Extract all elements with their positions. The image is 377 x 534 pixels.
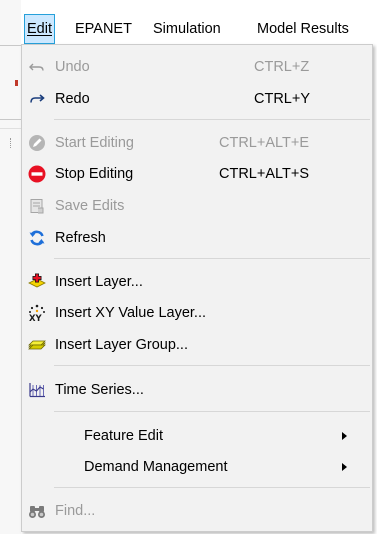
svg-text:XY: XY [29, 314, 43, 322]
menu-epanet-label: EPANET [75, 21, 132, 37]
menu-simulation-label: Simulation [153, 21, 221, 37]
refresh-label: Refresh [55, 230, 106, 246]
menu-item-demand-management[interactable]: Demand Management [22, 452, 372, 482]
menu-edit-label: Edit [27, 21, 52, 37]
insert-layer-group-label: Insert Layer Group... [55, 337, 188, 353]
menu-bar: Edit EPANET Simulation Model Results [24, 14, 377, 44]
feature-edit-label: Feature Edit [84, 428, 163, 444]
background-line [0, 128, 21, 129]
start-editing-shortcut: CTRL+ALT+E [219, 135, 309, 151]
stop-editing-icon [28, 165, 46, 183]
menu-separator [54, 119, 370, 120]
start-editing-label: Start Editing [55, 135, 134, 151]
undo-arrow-icon [28, 58, 46, 76]
menu-item-stop-editing[interactable]: Stop Editing CTRL+ALT+S [22, 159, 372, 189]
insert-xy-layer-label: Insert XY Value Layer... [55, 305, 206, 321]
submenu-arrow-icon [342, 463, 347, 471]
insert-layer-icon [28, 273, 46, 291]
menu-edit[interactable]: Edit [24, 14, 55, 44]
start-editing-icon [28, 134, 46, 152]
menu-separator [54, 487, 370, 488]
time-series-icon [28, 381, 46, 399]
stop-editing-shortcut: CTRL+ALT+S [219, 166, 309, 182]
background-line [0, 119, 21, 120]
time-series-label: Time Series... [55, 382, 144, 398]
menu-item-find[interactable]: Find... [22, 496, 372, 526]
menu-item-feature-edit[interactable]: Feature Edit [22, 421, 372, 451]
demand-management-label: Demand Management [84, 459, 228, 475]
screenshot: Edit EPANET Simulation Model Results Und… [0, 0, 377, 534]
insert-layer-label: Insert Layer... [55, 274, 143, 290]
menu-item-refresh[interactable]: Refresh [22, 223, 372, 253]
stop-editing-label: Stop Editing [55, 166, 134, 182]
menu-epanet[interactable]: EPANET [72, 14, 135, 44]
menu-item-time-series[interactable]: Time Series... [22, 375, 372, 405]
menu-item-undo[interactable]: Undo CTRL+Z [22, 52, 372, 82]
redo-shortcut: CTRL+Y [254, 91, 311, 107]
find-label: Find... [55, 503, 96, 519]
edit-dropdown-menu: Undo CTRL+Z Redo CTRL+Y Start Editing CT… [21, 44, 373, 532]
menu-item-save-edits[interactable]: Save Edits [22, 191, 372, 221]
save-edits-label: Save Edits [55, 198, 125, 214]
menu-model-results-label: Model Results [257, 21, 349, 37]
menu-simulation[interactable]: Simulation [150, 14, 224, 44]
undo-shortcut: CTRL+Z [254, 59, 310, 75]
background-line [0, 45, 21, 46]
undo-label: Undo [55, 59, 90, 75]
xy-layer-icon: XY [28, 304, 46, 322]
refresh-icon [28, 229, 46, 247]
menu-separator [54, 365, 370, 366]
layer-group-icon [28, 336, 46, 354]
redo-arrow-icon [28, 90, 46, 108]
background-dotted-marker [10, 138, 12, 148]
menu-item-redo[interactable]: Redo CTRL+Y [22, 84, 372, 114]
menu-model-results[interactable]: Model Results [254, 14, 352, 44]
menu-item-insert-layer-group[interactable]: Insert Layer Group... [22, 330, 372, 360]
submenu-arrow-icon [342, 432, 347, 440]
menu-separator [54, 411, 370, 412]
menu-item-insert-xy-layer[interactable]: XY Insert XY Value Layer... [22, 298, 372, 328]
background-red-marker [15, 80, 18, 86]
menu-separator [54, 258, 370, 259]
binoculars-icon [28, 502, 46, 520]
save-edits-icon [28, 197, 46, 215]
menu-item-insert-layer[interactable]: Insert Layer... [22, 267, 372, 297]
redo-label: Redo [55, 91, 90, 107]
menu-item-start-editing[interactable]: Start Editing CTRL+ALT+E [22, 128, 372, 158]
